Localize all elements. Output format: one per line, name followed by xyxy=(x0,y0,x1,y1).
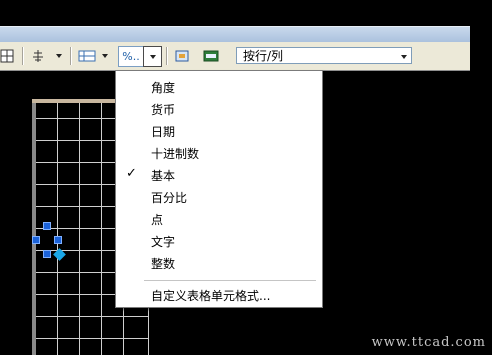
toolbar-separator xyxy=(70,47,72,65)
table-column-line xyxy=(57,103,58,355)
menu-item-point[interactable]: 点 xyxy=(116,208,322,230)
format-dropdown-button[interactable] xyxy=(100,47,110,65)
table-cell-toolbar: %.. 按行/列 xyxy=(0,42,470,71)
cell-format-menu: 角度 货币 日期 十进制数 ✓ 基本 百分比 点 文字 整数 自定义表格单元格式… xyxy=(115,70,323,308)
chevron-down-icon xyxy=(102,54,108,58)
menu-item-label: 角度 xyxy=(151,81,176,95)
cell-format-button[interactable]: %.. xyxy=(118,46,144,67)
menu-item-angle[interactable]: 角度 xyxy=(116,76,322,98)
toolbar-separator xyxy=(166,47,168,65)
row-column-select[interactable]: 按行/列 xyxy=(236,47,412,64)
row-column-select-value: 按行/列 xyxy=(243,49,284,63)
chevron-down-icon xyxy=(56,54,62,58)
menu-item-label: 十进制数 xyxy=(151,147,200,161)
table-column-line xyxy=(101,103,102,355)
menu-item-label: 日期 xyxy=(151,125,176,139)
menu-item-custom-format[interactable]: 自定义表格单元格式... xyxy=(116,284,322,306)
menu-item-label: 点 xyxy=(151,213,164,227)
menu-item-date[interactable]: 日期 xyxy=(116,120,322,142)
format-icon[interactable] xyxy=(78,47,96,65)
align-dropdown-button[interactable] xyxy=(54,47,64,65)
menu-item-label: 文字 xyxy=(151,235,176,249)
watermark: www.ttcad.com xyxy=(371,335,486,350)
table-row-line xyxy=(36,338,149,339)
checkmark-icon: ✓ xyxy=(126,166,137,181)
link-icon[interactable] xyxy=(202,47,220,65)
chevron-down-icon xyxy=(401,55,407,59)
chevron-down-icon xyxy=(149,54,156,59)
menu-item-whole-number[interactable]: 整数 xyxy=(116,252,322,274)
toolbar-titlebar xyxy=(0,26,470,43)
cell-grip[interactable] xyxy=(32,236,40,244)
percent-icon: %.. xyxy=(122,50,140,63)
table-grid-icon[interactable] xyxy=(0,47,14,65)
menu-item-text[interactable]: 文字 xyxy=(116,230,322,252)
menu-item-general[interactable]: ✓ 基本 xyxy=(116,164,322,186)
menu-item-currency[interactable]: 货币 xyxy=(116,98,322,120)
menu-separator xyxy=(144,280,316,281)
menu-item-label: 自定义表格单元格式... xyxy=(151,289,271,303)
menu-item-label: 百分比 xyxy=(151,191,188,205)
insert-block-icon[interactable] xyxy=(174,47,192,65)
cell-format-dropdown-button[interactable] xyxy=(143,46,162,67)
cell-grip[interactable] xyxy=(54,236,62,244)
menu-item-percentage[interactable]: 百分比 xyxy=(116,186,322,208)
cell-grip[interactable] xyxy=(43,250,51,258)
menu-item-label: 基本 xyxy=(151,169,176,183)
menu-item-decimal[interactable]: 十进制数 xyxy=(116,142,322,164)
menu-item-label: 货币 xyxy=(151,103,176,117)
align-icon[interactable] xyxy=(30,47,46,65)
cell-grip[interactable] xyxy=(43,222,51,230)
table-column-line xyxy=(79,103,80,355)
table-row-line xyxy=(36,316,149,317)
toolbar-separator xyxy=(22,47,24,65)
menu-item-label: 整数 xyxy=(151,257,176,271)
